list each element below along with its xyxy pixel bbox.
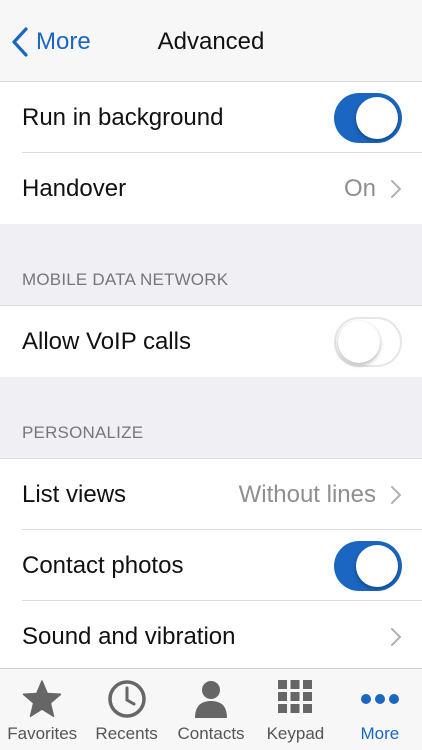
keypad-icon bbox=[278, 680, 313, 713]
row-run-in-background: Run in background bbox=[0, 82, 422, 153]
row-label: List views bbox=[22, 480, 127, 508]
tab-recents[interactable]: Recents bbox=[84, 669, 168, 750]
row-label: Contact photos bbox=[22, 551, 184, 579]
person-icon bbox=[195, 681, 228, 718]
row-value: Without lines bbox=[238, 480, 376, 508]
tab-label: Keypad bbox=[266, 724, 325, 743]
row-contact-photos: Contact photos bbox=[0, 530, 422, 601]
settings-list: Run in background Handover On MOBILE DAT… bbox=[0, 82, 422, 672]
tab-bar: Favorites Recents Contacts Keypad More bbox=[0, 668, 422, 750]
section-header-mobile-data: MOBILE DATA NETWORK bbox=[0, 224, 422, 306]
tab-contacts[interactable]: Contacts bbox=[169, 669, 253, 750]
row-handover[interactable]: Handover On bbox=[0, 153, 422, 224]
star-icon bbox=[22, 680, 62, 717]
tab-label: More bbox=[360, 724, 400, 743]
clock-icon bbox=[107, 680, 146, 718]
tab-more[interactable]: More bbox=[338, 669, 422, 750]
allow-voip-toggle[interactable] bbox=[334, 316, 402, 367]
run-in-background-toggle[interactable] bbox=[334, 92, 402, 143]
chevron-right-icon bbox=[391, 485, 401, 504]
row-label: Sound and vibration bbox=[22, 622, 236, 650]
more-dots-icon bbox=[360, 694, 399, 704]
row-label: Allow VoIP calls bbox=[22, 327, 191, 355]
section-title: MOBILE DATA NETWORK bbox=[22, 270, 229, 289]
tab-favorites[interactable]: Favorites bbox=[0, 669, 84, 750]
row-value: On bbox=[343, 174, 376, 202]
tab-label: Contacts bbox=[177, 724, 245, 743]
section-title: PERSONALIZE bbox=[22, 423, 144, 442]
tab-keypad[interactable]: Keypad bbox=[253, 669, 337, 750]
row-list-views[interactable]: List views Without lines bbox=[0, 459, 422, 530]
chevron-right-icon bbox=[391, 627, 401, 646]
row-allow-voip: Allow VoIP calls bbox=[0, 306, 422, 377]
row-label: Run in background bbox=[22, 103, 224, 131]
tab-label: Favorites bbox=[7, 724, 78, 743]
row-label: Handover bbox=[22, 174, 127, 202]
tab-label: Recents bbox=[95, 724, 158, 743]
row-sound-and-vibration[interactable]: Sound and vibration bbox=[0, 601, 422, 672]
section-header-personalize: PERSONALIZE bbox=[0, 377, 422, 459]
page-title: Advanced bbox=[157, 28, 265, 55]
contact-photos-toggle[interactable] bbox=[334, 540, 402, 591]
chevron-right-icon bbox=[391, 179, 401, 198]
navigation-bar: More Advanced bbox=[0, 0, 422, 82]
